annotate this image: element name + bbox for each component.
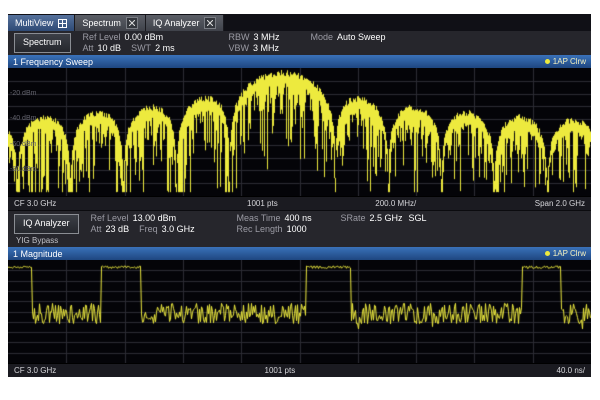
spectrum-y-axis-label: -60 dBm [10, 141, 36, 148]
trace-color-dot [545, 251, 550, 256]
tab-iq-analyzer[interactable]: IQ Analyzer [146, 15, 225, 31]
meas-time-value[interactable]: 400 ns [285, 213, 312, 223]
iq-trace-legend[interactable]: 1AP Clrw [545, 249, 586, 258]
magnitude-plot-canvas[interactable] [8, 260, 591, 363]
spectrum-trace-legend-label: 1AP Clrw [553, 57, 586, 66]
tab-spectrum[interactable]: Spectrum [75, 15, 146, 31]
spectrum-per-div-value: 200.0 MHz/ [375, 199, 416, 208]
spectrum-cf-value[interactable]: CF 3.0 GHz [14, 199, 56, 208]
tab-iq-analyzer-close-icon[interactable] [204, 17, 216, 29]
spectrum-axis-row: CF 3.0 GHz 1001 pts 200.0 MHz/ Span 2.0 … [8, 196, 591, 210]
srate-label: SRate [341, 213, 366, 223]
magnitude-points-value: 1001 pts [265, 366, 296, 375]
spectrum-level-settings: Ref Level 0.00 dBm Att 10 dB SWT 2 ms [83, 33, 217, 53]
yig-bypass-status: YIG Bypass [8, 235, 591, 247]
iq-trace-legend-label: 1AP Clrw [553, 249, 586, 258]
rbw-label: RBW [229, 32, 250, 42]
spectrum-y-axis-label: -40 dBm [10, 115, 36, 122]
spectrum-plot-canvas[interactable] [8, 68, 591, 196]
iq-channel-header: IQ Analyzer Ref Level 13.00 dBm Att 23 dB F… [8, 210, 591, 247]
iq-channel-button[interactable]: IQ Analyzer [14, 214, 79, 234]
vbw-value[interactable]: 3 MHz [253, 43, 279, 53]
frequency-sweep-titlebar: 1 Frequency Sweep 1AP Clrw [8, 55, 591, 68]
multiview-grid-icon [58, 19, 67, 28]
analyzer-screen: MultiView Spectrum IQ Analyzer Spectrum … [8, 14, 591, 374]
trace-color-dot [545, 59, 550, 64]
spectrum-y-axis-label: -80 dBm [10, 166, 36, 173]
spectrum-channel-button[interactable]: Spectrum [14, 33, 71, 53]
tab-spectrum-close-icon[interactable] [126, 17, 138, 29]
spectrum-mode-settings: ModeAuto Sweep [311, 33, 386, 53]
iq-ref-level-label: Ref Level [91, 213, 129, 223]
magnitude-axis-row: CF 3.0 GHz 1001 pts 40.0 ns/ [8, 363, 591, 377]
tab-iq-analyzer-label: IQ Analyzer [153, 18, 200, 28]
spectrum-plot: -20 dBm -40 dBm -60 dBm -80 dBm [8, 68, 591, 196]
spectrum-channel-header: Spectrum Ref Level 0.00 dBm Att 10 dB SWT 2 … [8, 31, 591, 55]
magnitude-titlebar: 1 Magnitude 1AP Clrw [8, 247, 591, 260]
iq-att-label: Att [91, 224, 102, 234]
spectrum-points-value: 1001 pts [247, 199, 278, 208]
spectrum-bw-settings: RBW3 MHz VBW3 MHz [229, 33, 299, 53]
rec-length-value[interactable]: 1000 [287, 224, 307, 234]
sgl-status-badge: SGL [409, 213, 427, 223]
iq-level-settings: Ref Level 13.00 dBm Att 23 dB Freq 3.0 GHz [91, 213, 225, 235]
iq-settings-row: IQ Analyzer Ref Level 13.00 dBm Att 23 dB F… [8, 211, 591, 235]
magnitude-cf-value[interactable]: CF 3.0 GHz [14, 366, 56, 375]
iq-freq-value[interactable]: 3.0 GHz [162, 224, 195, 234]
srate-value[interactable]: 2.5 GHz [370, 213, 403, 223]
mode-value[interactable]: Auto Sweep [337, 32, 386, 42]
spectrum-y-axis-label: -20 dBm [10, 90, 36, 97]
rbw-value[interactable]: 3 MHz [254, 32, 280, 42]
tab-multiview-label: MultiView [15, 18, 53, 28]
att-value[interactable]: 10 dB [98, 43, 122, 53]
swt-label: SWT [131, 43, 151, 53]
spectrum-trace-legend[interactable]: 1AP Clrw [545, 57, 586, 66]
ref-level-value[interactable]: 0.00 dBm [125, 32, 164, 42]
frequency-sweep-title: 1 Frequency Sweep [13, 57, 93, 67]
att-label: Att [83, 43, 94, 53]
magnitude-per-div-value: 40.0 ns/ [557, 366, 585, 375]
iq-att-value[interactable]: 23 dB [106, 224, 130, 234]
mode-label: Mode [311, 32, 334, 42]
meas-time-label: Meas Time [237, 213, 281, 223]
iq-srate-settings: SRate2.5 GHz [341, 213, 397, 235]
spectrum-span-value[interactable]: Span 2.0 GHz [535, 199, 585, 208]
magnitude-plot [8, 260, 591, 363]
tab-spectrum-label: Spectrum [82, 18, 121, 28]
tab-multiview[interactable]: MultiView [8, 15, 75, 31]
iq-freq-label: Freq [139, 224, 158, 234]
rec-length-label: Rec Length [237, 224, 283, 234]
iq-ref-level-value[interactable]: 13.00 dBm [133, 213, 177, 223]
swt-value[interactable]: 2 ms [155, 43, 175, 53]
tab-bar: MultiView Spectrum IQ Analyzer [8, 14, 591, 31]
iq-acquisition-settings: Meas Time 400 ns Rec Length 1000 [237, 213, 329, 235]
ref-level-label: Ref Level [83, 32, 121, 42]
vbw-label: VBW [229, 43, 250, 53]
iq-sweep-status: SGL [409, 213, 427, 235]
magnitude-title: 1 Magnitude [13, 249, 63, 259]
